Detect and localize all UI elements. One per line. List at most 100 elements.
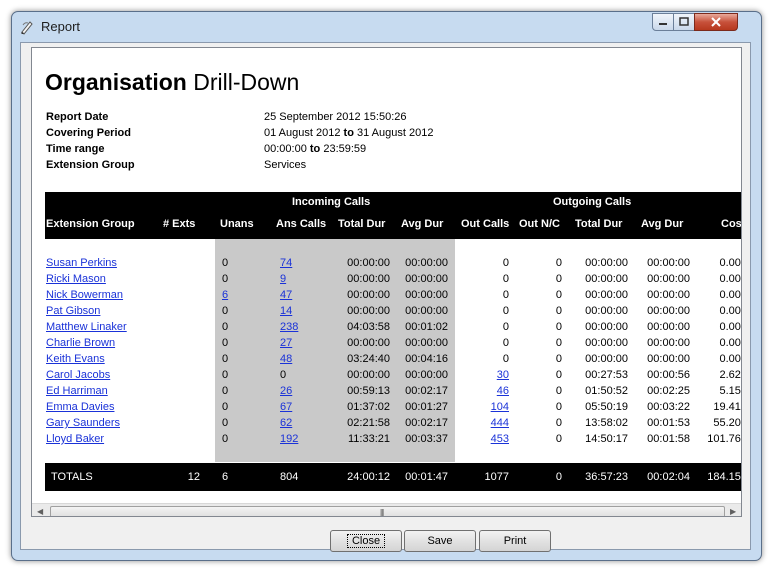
scroll-left-icon[interactable]: ◀ bbox=[37, 507, 43, 516]
grip-icon: ||| bbox=[380, 508, 384, 517]
row-out-total-dur: 14:50:17 bbox=[585, 433, 628, 445]
totals-out-avg-dur: 00:02:04 bbox=[647, 471, 690, 483]
row-cost: 5.155 bbox=[719, 385, 741, 397]
row-out-nc: 0 bbox=[555, 353, 562, 365]
row-in-total-dur: 00:00:00 bbox=[347, 257, 390, 269]
row-in-total-dur: 00:00:00 bbox=[347, 305, 390, 317]
maximize-button[interactable] bbox=[673, 13, 695, 31]
row-ans-calls[interactable]: 14 bbox=[280, 305, 292, 318]
row-ans-calls[interactable]: 48 bbox=[280, 353, 292, 366]
row-in-avg-dur: 00:02:17 bbox=[405, 385, 448, 397]
row-extension-name[interactable]: Lloyd Baker bbox=[46, 433, 104, 446]
row-out-avg-dur: 00:00:00 bbox=[647, 305, 690, 317]
row-extension-name[interactable]: Matthew Linaker bbox=[46, 321, 127, 334]
row-in-avg-dur: 00:00:00 bbox=[405, 305, 448, 317]
col-header-ans-calls: Ans Calls bbox=[276, 218, 327, 230]
save-button[interactable]: Save bbox=[404, 530, 476, 552]
row-extension-name[interactable]: Nick Bowerman bbox=[46, 289, 123, 302]
row-ans-calls[interactable]: 9 bbox=[280, 273, 286, 286]
row-ans-calls[interactable]: 26 bbox=[280, 385, 292, 398]
window-title: Report bbox=[41, 19, 81, 34]
row-out-calls[interactable]: 46 bbox=[462, 385, 509, 398]
meta-value: Services bbox=[264, 159, 307, 171]
horizontal-scrollbar[interactable]: ◀ ||| ▶ bbox=[32, 503, 741, 517]
row-ans-calls[interactable]: 74 bbox=[280, 257, 292, 270]
row-unans: 0 bbox=[222, 385, 229, 397]
meta-value: 01 August 2012 to 31 August 2012 bbox=[264, 127, 434, 139]
row-in-avg-dur: 00:00:00 bbox=[405, 337, 448, 349]
row-extension-name[interactable]: Ricki Mason bbox=[46, 273, 106, 286]
row-out-avg-dur: 00:00:00 bbox=[647, 273, 690, 285]
row-cost: 0.000 bbox=[719, 353, 741, 365]
row-unans[interactable]: 6 bbox=[222, 289, 228, 302]
title-bar[interactable]: Report bbox=[12, 12, 761, 42]
meta-label: Time range bbox=[46, 143, 105, 155]
row-unans: 0 bbox=[222, 337, 229, 349]
report-viewer[interactable]: Organisation Drill-Down Report Date 25 S… bbox=[31, 47, 742, 517]
horizontal-scroll-thumb[interactable]: ||| bbox=[50, 506, 725, 517]
row-ans-calls[interactable]: 27 bbox=[280, 337, 292, 350]
row-ans-calls[interactable]: 47 bbox=[280, 289, 292, 302]
row-out-total-dur: 00:27:53 bbox=[585, 369, 628, 381]
meta-value: 25 September 2012 15:50:26 bbox=[264, 111, 407, 123]
row-out-avg-dur: 00:00:56 bbox=[647, 369, 690, 381]
row-in-total-dur: 01:37:02 bbox=[347, 401, 390, 413]
row-extension-name[interactable]: Emma Davies bbox=[46, 401, 114, 414]
print-button[interactable]: Print bbox=[479, 530, 551, 552]
row-unans: 0 bbox=[222, 353, 229, 365]
col-header-out-total-dur: Total Dur bbox=[575, 218, 623, 230]
row-extension-name[interactable]: Gary Saunders bbox=[46, 417, 120, 430]
totals-cost: 184.154 bbox=[707, 471, 741, 483]
row-in-avg-dur: 00:01:02 bbox=[405, 321, 448, 333]
col-header-exts: # Exts bbox=[163, 218, 196, 230]
row-extension-name[interactable]: Susan Perkins bbox=[46, 257, 117, 270]
scroll-right-icon[interactable]: ▶ bbox=[730, 507, 736, 516]
row-cost: 0.000 bbox=[719, 273, 741, 285]
row-out-nc: 0 bbox=[555, 305, 562, 317]
close-button[interactable]: Close bbox=[330, 530, 402, 552]
row-cost: 101.760 bbox=[707, 433, 741, 445]
row-out-total-dur: 00:00:00 bbox=[585, 337, 628, 349]
row-cost: 0.000 bbox=[719, 321, 741, 333]
row-out-calls: 0 bbox=[502, 321, 509, 333]
row-out-nc: 0 bbox=[555, 257, 562, 269]
col-header-unans: Unans bbox=[220, 218, 254, 230]
window-client-area: Organisation Drill-Down Report Date 25 S… bbox=[20, 42, 751, 552]
row-unans: 0 bbox=[222, 433, 229, 445]
row-cost: 0.000 bbox=[719, 305, 741, 317]
row-extension-name[interactable]: Carol Jacobs bbox=[46, 369, 110, 382]
row-cost: 2.621 bbox=[719, 369, 741, 381]
meta-label: Covering Period bbox=[46, 127, 131, 139]
totals-out-nc: 0 bbox=[555, 471, 562, 483]
row-unans: 0 bbox=[222, 257, 229, 269]
row-cost: 55.203 bbox=[713, 417, 741, 429]
totals-ans-calls: 804 bbox=[280, 471, 299, 483]
row-out-calls[interactable]: 444 bbox=[462, 417, 509, 430]
row-in-total-dur: 00:00:00 bbox=[347, 273, 390, 285]
row-ans-calls[interactable]: 192 bbox=[280, 433, 298, 446]
row-out-total-dur: 00:00:00 bbox=[585, 353, 628, 365]
meta-value: 00:00:00 to 23:59:59 bbox=[264, 143, 367, 155]
maximize-icon bbox=[679, 17, 689, 26]
row-in-avg-dur: 00:00:00 bbox=[405, 369, 448, 381]
row-extension-name[interactable]: Keith Evans bbox=[46, 353, 105, 366]
row-out-avg-dur: 00:00:00 bbox=[647, 353, 690, 365]
row-ans-calls[interactable]: 62 bbox=[280, 417, 292, 430]
row-out-calls[interactable]: 453 bbox=[462, 433, 509, 446]
row-extension-name[interactable]: Ed Harriman bbox=[46, 385, 108, 398]
row-extension-name[interactable]: Pat Gibson bbox=[46, 305, 100, 318]
row-out-calls[interactable]: 104 bbox=[462, 401, 509, 414]
row-extension-name[interactable]: Charlie Brown bbox=[46, 337, 115, 350]
minimize-button[interactable] bbox=[652, 13, 674, 31]
col-header-in-avg-dur: Avg Dur bbox=[401, 218, 444, 230]
row-out-calls: 0 bbox=[502, 305, 509, 317]
close-window-button[interactable] bbox=[694, 13, 738, 31]
row-in-avg-dur: 00:00:00 bbox=[405, 273, 448, 285]
row-out-calls[interactable]: 30 bbox=[462, 369, 509, 382]
minimize-icon bbox=[659, 23, 667, 25]
row-out-avg-dur: 00:00:00 bbox=[647, 321, 690, 333]
table-header-band bbox=[45, 192, 741, 239]
row-ans-calls[interactable]: 67 bbox=[280, 401, 292, 414]
row-out-nc: 0 bbox=[555, 385, 562, 397]
row-ans-calls[interactable]: 238 bbox=[280, 321, 298, 334]
